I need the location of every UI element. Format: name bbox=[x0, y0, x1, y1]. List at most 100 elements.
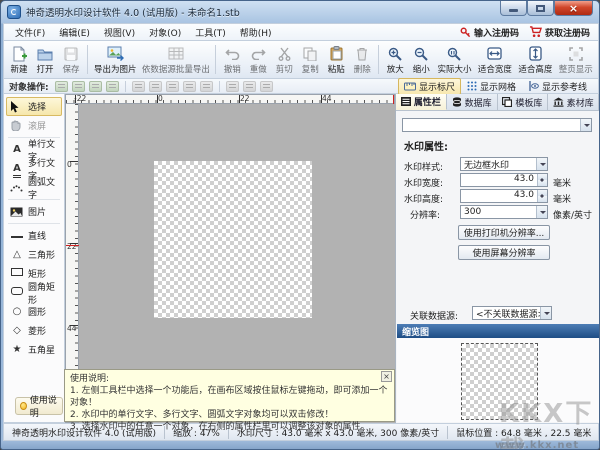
zoom-in-button[interactable]: 放大 bbox=[382, 42, 408, 77]
grid-icon bbox=[467, 81, 477, 91]
mouse-position-marker-horizontal bbox=[393, 95, 394, 104]
align-left-icon[interactable] bbox=[131, 80, 145, 92]
usage-help-button[interactable]: 使用说明 bbox=[15, 396, 63, 419]
circle-icon: ○ bbox=[12, 305, 22, 317]
redo-button[interactable]: 重做 bbox=[245, 42, 271, 77]
title-bar[interactable]: 神奇透明水印设计软件 4.0 (试用版) - 未命名1.stb × bbox=[1, 1, 599, 23]
object-operations-label: 对象操作: bbox=[9, 82, 49, 93]
chevron-down-icon bbox=[536, 158, 547, 170]
style-label: 水印样式: bbox=[404, 163, 444, 173]
menu-object[interactable]: 对象(O) bbox=[142, 24, 188, 41]
show-grid-toggle[interactable]: 显示网格 bbox=[461, 78, 522, 95]
resolution-label: 分辨率: bbox=[410, 211, 441, 221]
watermark-artboard[interactable] bbox=[154, 161, 312, 318]
use-screen-resolution-button[interactable]: 使用屏幕分辨率 bbox=[458, 245, 550, 260]
close-button[interactable]: × bbox=[554, 1, 593, 16]
batch-export-button[interactable]: 依数据源批量导出 bbox=[140, 42, 213, 77]
bring-to-front-icon[interactable] bbox=[54, 80, 68, 92]
h-ruler-label: 22 bbox=[240, 94, 250, 103]
get-register-code-link[interactable]: 获取注册码 bbox=[529, 26, 590, 39]
align-bottom-icon[interactable] bbox=[242, 80, 256, 92]
datasource-table-icon bbox=[168, 45, 184, 62]
key-icon bbox=[460, 27, 471, 37]
triangle-tool[interactable]: △ 三角形 bbox=[6, 245, 62, 264]
trash-icon bbox=[356, 45, 368, 62]
tab-templates[interactable]: 模板库 bbox=[498, 94, 549, 110]
show-guides-toggle[interactable]: 显示参考线 bbox=[522, 78, 593, 95]
view-toggles: 显示标尺 显示网格 显示参考线 bbox=[397, 77, 593, 95]
line-tool[interactable]: 直线 bbox=[6, 226, 62, 245]
tab-properties[interactable]: 属性栏 bbox=[396, 94, 447, 110]
datasource-dropdown[interactable]: <不关联数据源> bbox=[472, 306, 552, 320]
help-title: 使用说明: bbox=[70, 374, 110, 384]
menu-view[interactable]: 视图(V) bbox=[97, 24, 142, 41]
usage-instructions-box: × 使用说明: 1. 左侧工具栏中选择一个功能后，在画布区域按住鼠标左键拖动，即… bbox=[64, 369, 395, 432]
align-center-icon[interactable] bbox=[148, 80, 162, 92]
new-button[interactable]: 新建 bbox=[6, 42, 32, 77]
actual-size-button[interactable]: 实际大小 bbox=[434, 42, 474, 77]
zoom-out-icon bbox=[414, 45, 428, 62]
select-tool[interactable]: 选择 bbox=[6, 97, 62, 116]
paste-button[interactable]: 粘贴 bbox=[323, 42, 349, 77]
rounded-rectangle-tool[interactable]: 圆角矩形 bbox=[6, 283, 62, 306]
site-url-watermark: www.kkx.net bbox=[495, 440, 580, 450]
menu-edit[interactable]: 编辑(E) bbox=[52, 24, 97, 41]
height-label: 水印高度: bbox=[404, 195, 444, 205]
cut-button[interactable]: 剪切 bbox=[271, 42, 297, 77]
zoom-out-button[interactable]: 缩小 bbox=[408, 42, 434, 77]
pan-tool[interactable]: 滚屏 bbox=[6, 116, 62, 135]
minimize-button[interactable] bbox=[500, 1, 527, 16]
object-operations-bar: 对象操作: 显示标尺 显示网格 显示参考线 bbox=[3, 77, 599, 95]
same-size-icon[interactable] bbox=[259, 80, 273, 92]
send-backward-icon[interactable] bbox=[88, 80, 102, 92]
distribute-horizontal-icon[interactable] bbox=[199, 80, 213, 92]
maximize-button[interactable] bbox=[527, 1, 554, 16]
tab-materials[interactable]: 素材库 bbox=[548, 94, 599, 110]
send-to-back-icon[interactable] bbox=[105, 80, 119, 92]
image-tool[interactable]: 图片 bbox=[6, 202, 62, 221]
thumbnail-header: 缩览图 bbox=[397, 324, 599, 338]
align-right-icon[interactable] bbox=[165, 80, 179, 92]
copy-button[interactable]: 复制 bbox=[297, 42, 323, 77]
enter-register-code-link[interactable]: 输入注册码 bbox=[460, 26, 519, 39]
fit-width-button[interactable]: 适合宽度 bbox=[475, 42, 515, 77]
export-image-button[interactable]: 导出为图片 bbox=[91, 42, 140, 77]
diamond-tool[interactable]: ◇ 菱形 bbox=[6, 321, 62, 340]
ruler-icon bbox=[403, 82, 416, 90]
register-area: 输入注册码 获取注册码 bbox=[460, 26, 594, 39]
menu-file[interactable]: 文件(F) bbox=[8, 24, 52, 41]
height-spinner[interactable]: 43.0 bbox=[460, 189, 548, 203]
align-middle-icon[interactable] bbox=[182, 80, 196, 92]
thumbnail-preview[interactable] bbox=[461, 343, 538, 420]
bring-forward-icon[interactable] bbox=[71, 80, 85, 92]
full-page-button[interactable]: 整页显示 bbox=[556, 42, 596, 77]
new-document-icon bbox=[12, 45, 27, 62]
undo-icon bbox=[225, 45, 240, 62]
show-ruler-toggle[interactable]: 显示标尺 bbox=[397, 77, 461, 95]
width-spinner[interactable]: 43.0 bbox=[460, 173, 548, 187]
undo-button[interactable]: 撤销 bbox=[219, 42, 245, 77]
menu-bar: 文件(F) 编辑(E) 视图(V) 对象(O) 工具(T) 帮助(H) 输入注册… bbox=[3, 23, 599, 41]
fit-height-button[interactable]: 适合高度 bbox=[515, 42, 555, 77]
fit-width-icon bbox=[487, 45, 503, 62]
menu-help[interactable]: 帮助(H) bbox=[233, 24, 279, 41]
use-printer-resolution-button[interactable]: 使用打印机分辨率... bbox=[458, 225, 550, 240]
align-top-icon[interactable] bbox=[225, 80, 239, 92]
width-label: 水印宽度: bbox=[404, 179, 444, 189]
single-text-icon: A bbox=[13, 143, 21, 155]
star-tool[interactable]: ★ 五角星 bbox=[6, 340, 62, 359]
style-dropdown[interactable]: 无边框水印 bbox=[460, 157, 548, 171]
save-button[interactable]: 保存 bbox=[58, 42, 84, 77]
tab-database[interactable]: 数据库 bbox=[447, 94, 498, 110]
help-close-button[interactable]: × bbox=[381, 371, 392, 382]
spinner-arrows-icon[interactable] bbox=[537, 174, 547, 186]
spinner-arrows-icon[interactable] bbox=[537, 190, 547, 202]
menu-tools[interactable]: 工具(T) bbox=[188, 24, 233, 41]
close-icon: × bbox=[568, 1, 579, 15]
resolution-dropdown[interactable]: 300 bbox=[460, 205, 548, 219]
object-selector-dropdown[interactable] bbox=[402, 118, 592, 132]
open-button[interactable]: 打开 bbox=[32, 42, 58, 77]
arc-text-tool[interactable]: 圆弧文字 bbox=[6, 178, 62, 201]
delete-button[interactable]: 删除 bbox=[349, 42, 375, 77]
save-floppy-icon bbox=[64, 45, 78, 62]
